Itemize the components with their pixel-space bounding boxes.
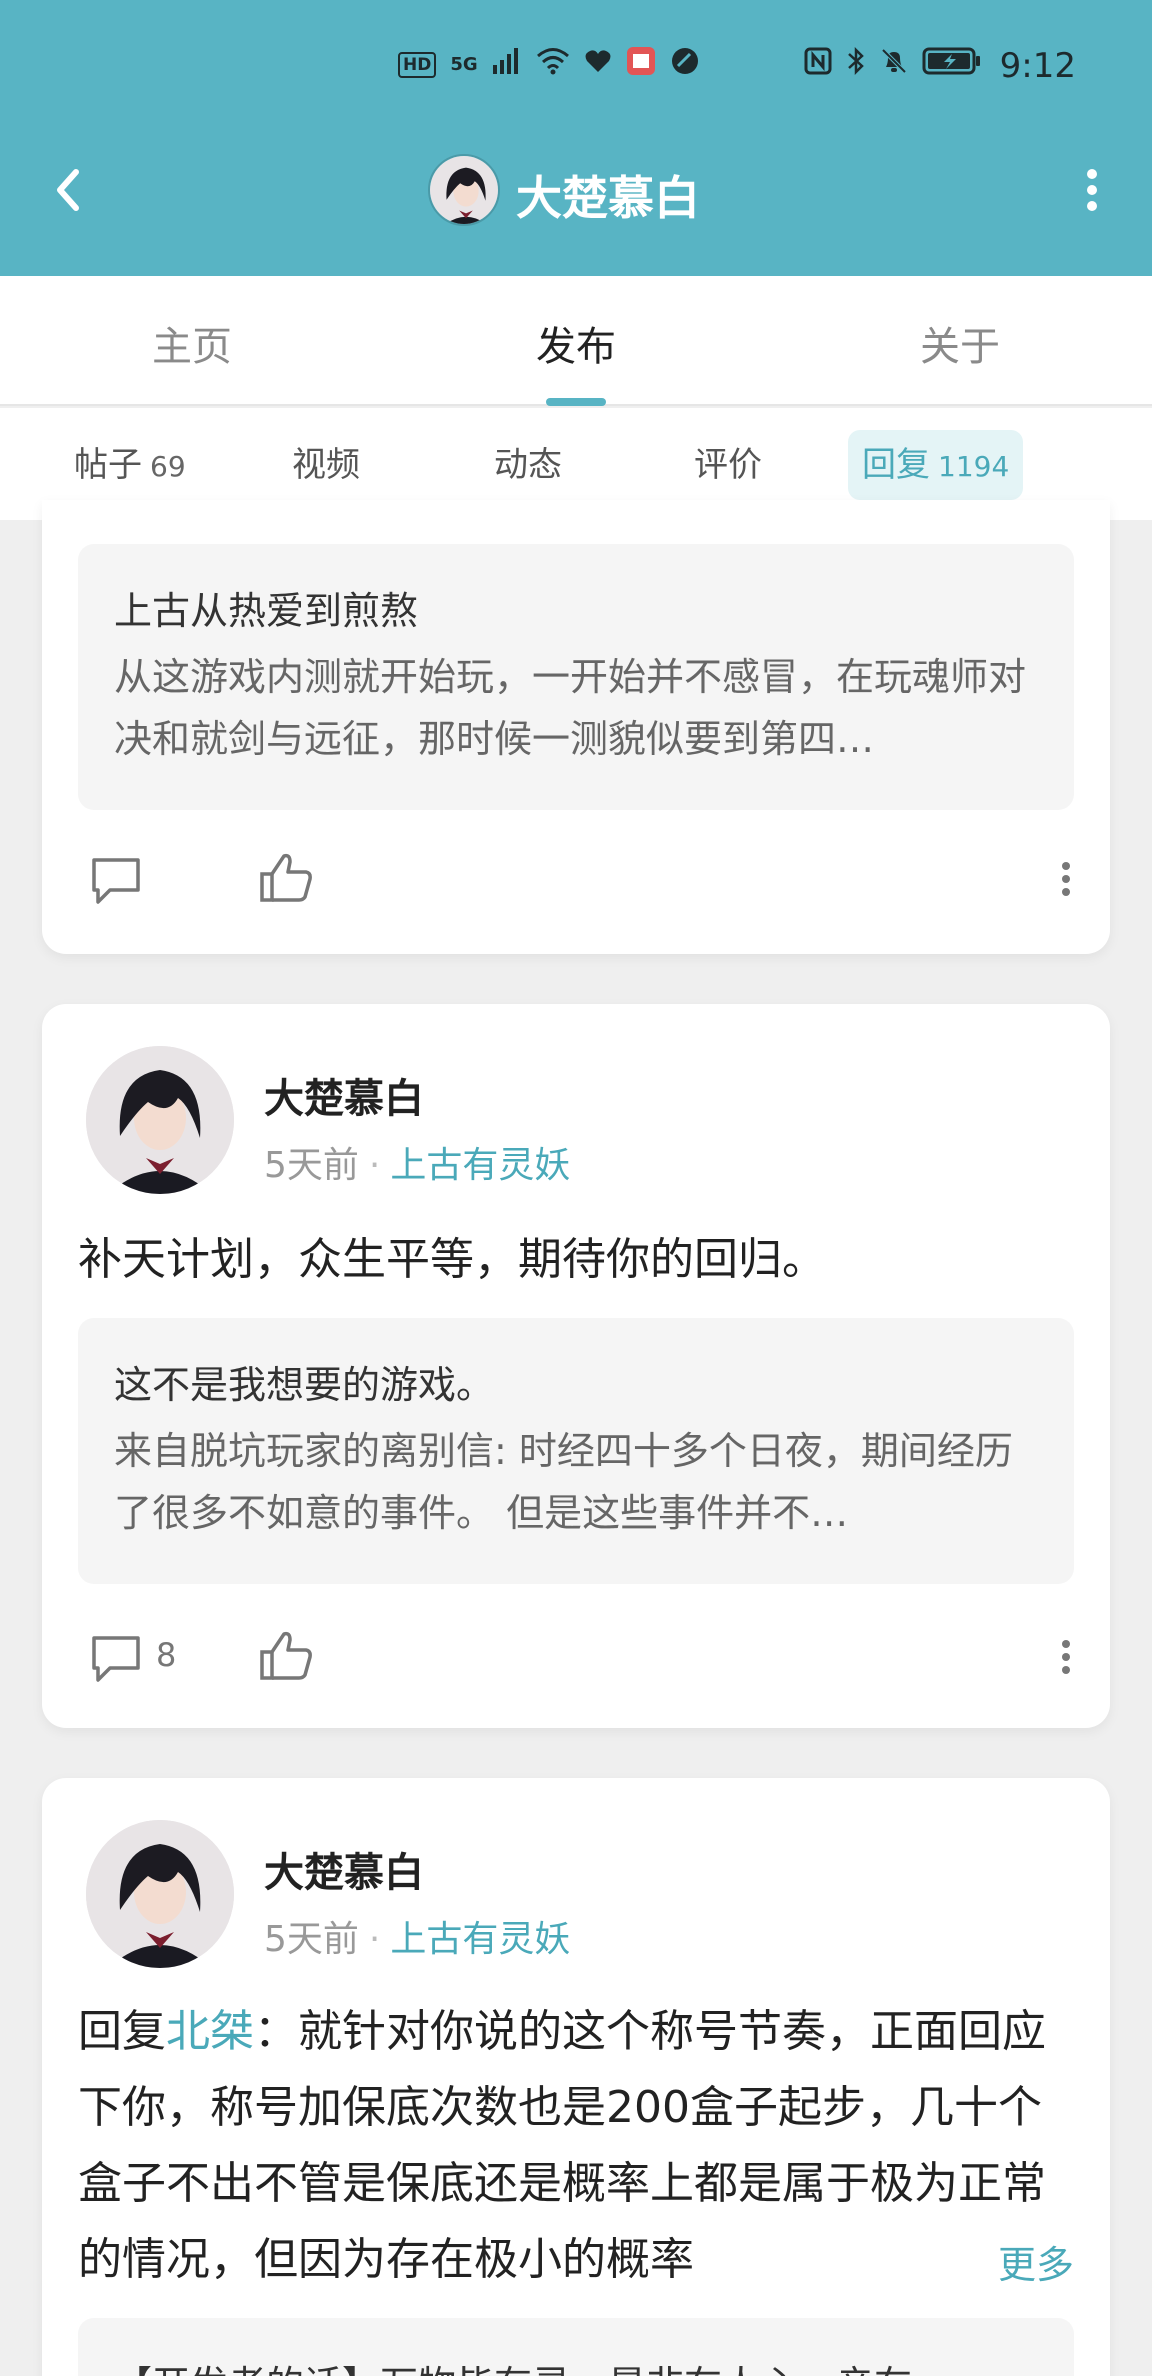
profile-tabs: 主页 发布 关于 xyxy=(0,276,1152,406)
subtab-replies[interactable]: 回复 1194 xyxy=(848,430,1024,500)
heart-health-icon xyxy=(584,48,612,81)
nav-bar: 大楚慕白 xyxy=(0,140,1152,240)
more-vertical-icon xyxy=(1062,1640,1070,1674)
meta-separator: · xyxy=(368,1145,381,1186)
avatar[interactable] xyxy=(428,154,500,226)
user-avatar-icon xyxy=(430,156,498,224)
avatar[interactable] xyxy=(86,1820,234,1968)
user-avatar-icon xyxy=(86,1046,234,1194)
user-avatar-icon xyxy=(86,1820,234,1968)
post-meta: 5天前 · 上古有灵妖 xyxy=(264,1910,570,1962)
nfc-icon xyxy=(804,47,832,82)
like-button[interactable] xyxy=(258,850,314,906)
more-options-button[interactable] xyxy=(1062,160,1122,220)
subtab-threads[interactable]: 帖子 69 xyxy=(74,430,186,500)
reply-user-link[interactable]: 北桀 xyxy=(166,2006,254,2057)
post-actions: 8 xyxy=(42,1618,1110,1698)
hd-badge: HD xyxy=(398,51,437,78)
reply-card: 上古从热爱到煎熬 从这游戏内测就开始玩，一开始并不感冒，在玩魂师对决和就剑与远征… xyxy=(42,500,1110,954)
book-app-icon xyxy=(626,46,656,83)
quoted-post[interactable]: 这不是我想要的游戏。 来自脱坑玩家的离别信: 时经四十多个日夜，期间经历了很多不… xyxy=(78,1318,1074,1584)
tab-about[interactable]: 关于 xyxy=(840,314,1080,372)
expand-more-link[interactable]: 更多 xyxy=(967,2234,1074,2289)
forum-link[interactable]: 上古有灵妖 xyxy=(390,1919,570,1960)
thumbs-up-icon xyxy=(260,853,312,902)
comment-icon xyxy=(92,858,140,904)
reply-text: 回复北桀：就针对你说的这个称号节奏，正面回应下你，称号加保底次数也是200盒子起… xyxy=(78,1994,1074,2298)
comment-button[interactable] xyxy=(88,1630,144,1686)
author-name[interactable]: 大楚慕白 xyxy=(264,1066,424,1124)
thumbs-up-icon xyxy=(260,1631,312,1680)
subtab-activity[interactable]: 动态 xyxy=(494,430,562,500)
back-button[interactable] xyxy=(40,160,100,220)
quoted-post-excerpt: 从这游戏内测就开始玩，一开始并不感冒，在玩魂师对决和就剑与远征，那时候一测貌似要… xyxy=(114,655,1027,761)
page-title: 大楚慕白 xyxy=(516,171,700,225)
post-more-button[interactable] xyxy=(1056,1632,1076,1682)
tab-home[interactable]: 主页 xyxy=(72,314,312,372)
bluetooth-icon xyxy=(846,46,866,83)
comment-button[interactable] xyxy=(88,852,144,908)
comment-icon xyxy=(92,1636,140,1682)
forum-link[interactable]: 上古有灵妖 xyxy=(390,1145,570,1186)
quoted-post[interactable]: 【开发者的话】万物皆有灵，是非在人心。亲在 xyxy=(78,2318,1074,2376)
avatar[interactable] xyxy=(86,1046,234,1194)
reply-prefix: 回复 xyxy=(78,2006,166,2057)
wifi-icon xyxy=(536,47,570,82)
chevron-left-icon xyxy=(57,169,79,211)
app-header: HD 5G 9:12 大楚慕白 xyxy=(0,0,1152,276)
quoted-post-excerpt: 【开发者的话】万物皆有灵，是非在人心。亲在 xyxy=(114,2354,912,2376)
reply-text: 补天计划，众生平等，期待你的回归。 xyxy=(78,1234,826,1285)
quoted-post-title: 这不是我想要的游戏。 xyxy=(114,1363,495,1407)
quoted-post-excerpt: 来自脱坑玩家的离别信: 时经四十多个日夜，期间经历了很多不如意的事件。 但是这些… xyxy=(114,1429,1013,1535)
subtab-reviews[interactable]: 评价 xyxy=(694,430,762,500)
meta-separator: · xyxy=(368,1919,381,1960)
post-actions xyxy=(42,840,1110,920)
status-bar: HD 5G 9:12 xyxy=(0,40,1152,92)
quoted-post-title: 上古从热爱到煎熬 xyxy=(114,589,419,633)
tab-posts[interactable]: 发布 xyxy=(456,314,696,372)
post-meta: 5天前 · 上古有灵妖 xyxy=(264,1136,570,1188)
subtab-videos[interactable]: 视频 xyxy=(292,430,360,500)
post-time: 5天前 xyxy=(264,1919,359,1960)
comment-count: 8 xyxy=(156,1636,177,1674)
author-name[interactable]: 大楚慕白 xyxy=(264,1840,424,1898)
status-time: 9:12 xyxy=(999,46,1076,86)
reply-card: 大楚慕白 5天前 · 上古有灵妖 补天计划，众生平等，期待你的回归。 这不是我想要的… xyxy=(42,1004,1110,1728)
active-tab-indicator xyxy=(546,398,606,406)
post-more-button[interactable] xyxy=(1056,854,1076,904)
more-vertical-icon xyxy=(1087,169,1097,211)
more-vertical-icon xyxy=(1062,862,1070,896)
like-button[interactable] xyxy=(258,1628,314,1684)
mute-bell-icon xyxy=(880,47,908,82)
battery-charging-icon xyxy=(922,46,982,83)
post-time: 5天前 xyxy=(264,1145,359,1186)
reply-card: 大楚慕白 5天前 · 上古有灵妖 回复北桀：就针对你说的这个称号节奏，正面回应下你，… xyxy=(42,1778,1110,2376)
quoted-post[interactable]: 上古从热爱到煎熬 从这游戏内测就开始玩，一开始并不感冒，在玩魂师对决和就剑与远征… xyxy=(78,544,1074,810)
browser-app-icon xyxy=(670,46,700,83)
signal-bars-icon xyxy=(492,47,522,82)
signal-5g-icon: 5G xyxy=(450,53,478,75)
